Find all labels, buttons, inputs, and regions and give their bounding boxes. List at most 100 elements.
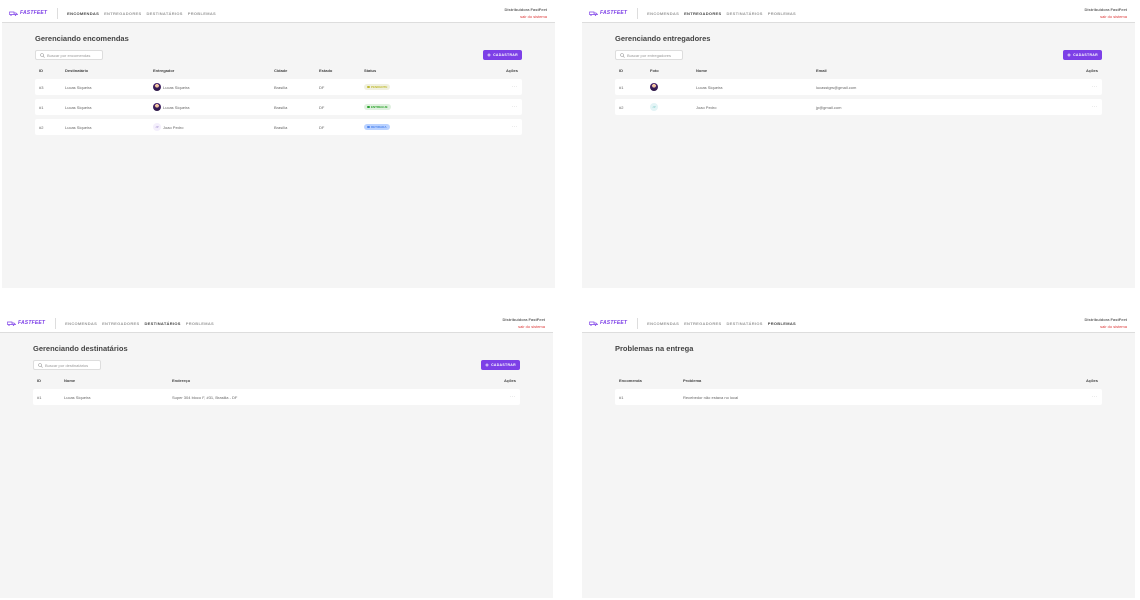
page-title: Gerenciando destinatários xyxy=(33,344,128,353)
nav-entregadores[interactable]: ENTREGADORES xyxy=(102,321,139,326)
page-content: Gerenciando destinatários CADASTRAR ID Nome… xyxy=(0,343,553,405)
more-options-icon[interactable]: ··· xyxy=(1092,394,1099,400)
avatar xyxy=(153,103,161,111)
row-actions: ··· xyxy=(936,104,1098,110)
nav-entregadores[interactable]: ENTREGADORES xyxy=(684,321,721,326)
nav-destinatarios[interactable]: DESTINATÁRIOS xyxy=(726,11,762,16)
row-actions: ··· xyxy=(342,394,516,400)
avatar xyxy=(153,83,161,91)
nav-problemas[interactable]: PROBLEMAS xyxy=(768,11,796,16)
search-input[interactable] xyxy=(45,362,100,368)
table-header: ID Destinatário Entregador Cidade Estado Stat… xyxy=(35,65,522,75)
cell-recipient: Lucas Siqueira xyxy=(65,105,153,110)
table-row: #3 Lucas Siqueira Lucas Siqueira Brasília DF… xyxy=(35,79,522,95)
logo-text: FASTFEET xyxy=(600,320,628,326)
logout-link[interactable]: sair do sistema xyxy=(503,324,545,329)
table-row: #2 JP Joao Pedro jp@gmail.com ··· xyxy=(615,99,1102,115)
nav-encomendas[interactable]: ENCOMENDAS xyxy=(67,11,99,16)
cell-city: Brasília xyxy=(274,125,319,130)
more-options-icon[interactable]: ··· xyxy=(512,84,519,90)
col-acoes-header: Ações xyxy=(1085,377,1098,383)
app-header: FASTFEET ENCOMENDAS ENTREGADORES DESTINA… xyxy=(582,4,1135,23)
nav-destinatarios[interactable]: DESTINATÁRIOS xyxy=(146,11,182,16)
nav-destinatarios[interactable]: DESTINATÁRIOS xyxy=(726,321,762,326)
cell-recipient-text: Lucas Siqueira xyxy=(65,104,92,110)
nav-encomendas[interactable]: ENCOMENDAS xyxy=(65,321,97,326)
search-icon xyxy=(620,52,625,58)
cell-address-text: Super 304 bloco F, #31, Brasilia - DF xyxy=(172,394,238,400)
cell-id-text: #1 xyxy=(619,84,624,90)
more-options-icon[interactable]: ··· xyxy=(1092,84,1099,90)
col-acoes-header: Ações xyxy=(1085,67,1098,73)
main-nav: ENCOMENDAS ENTREGADORES DESTINATÁRIOS PR… xyxy=(65,321,214,326)
table-row: #1 Lucas Siqueira lucasstgrs@gmail.com ··· xyxy=(615,79,1102,95)
more-options-icon[interactable]: ··· xyxy=(512,124,519,130)
cell-id: #3 xyxy=(39,85,65,90)
nav-problemas[interactable]: PROBLEMAS xyxy=(188,11,216,16)
cell-id: #1 xyxy=(39,105,65,110)
status-badge: ENTREGUE xyxy=(364,104,391,110)
col-id-header: ID xyxy=(37,377,41,383)
more-options-icon[interactable]: ··· xyxy=(1092,104,1099,110)
org-name: Distribuidora FastFeet xyxy=(502,317,545,322)
logo: FASTFEET xyxy=(589,320,627,326)
status-label: RETIRADA xyxy=(371,125,387,129)
search-box[interactable] xyxy=(35,50,103,60)
table-row: #1 Lucas Siqueira Lucas Siqueira Brasília DF… xyxy=(35,99,522,115)
logo: FASTFEET xyxy=(589,10,627,16)
col-destinatario-header: Destinatário xyxy=(65,67,89,73)
more-options-icon[interactable]: ··· xyxy=(512,104,519,110)
toolbar xyxy=(615,360,1102,371)
logout-link[interactable]: sair do sistema xyxy=(1085,14,1127,19)
cell-city-text: Brasília xyxy=(274,124,288,130)
cell-deliveryman-text: Lucas Siqueira xyxy=(163,104,190,110)
cell-status: ENTREGUE xyxy=(364,104,489,110)
cell-state: DF xyxy=(319,105,364,110)
panel-entregadores: FASTFEET ENCOMENDAS ENTREGADORES DESTINA… xyxy=(582,4,1135,288)
nav-encomendas[interactable]: ENCOMENDAS xyxy=(647,11,679,16)
cell-deliveryman-text: Lucas Siqueira xyxy=(163,84,190,90)
add-button[interactable]: CADASTRAR xyxy=(483,50,522,60)
search-input[interactable] xyxy=(47,52,102,58)
table-header: Encomenda Problema Ações xyxy=(615,375,1102,385)
row-actions: ··· xyxy=(489,104,518,110)
nav-encomendas[interactable]: ENCOMENDAS xyxy=(647,321,679,326)
user-box: Distribuidora FastFeet sair do sistema xyxy=(1085,317,1127,329)
add-button[interactable]: CADASTRAR xyxy=(1063,50,1102,60)
search-input[interactable] xyxy=(627,52,682,58)
truck-icon xyxy=(589,321,598,326)
avatar xyxy=(650,83,658,91)
nav-problemas[interactable]: PROBLEMAS xyxy=(768,321,796,326)
search-box[interactable] xyxy=(33,360,101,370)
cell-deliveryman: JP Joao Pedro xyxy=(153,123,274,131)
cell-name: Lucas Siqueira xyxy=(64,395,172,400)
nav-problemas[interactable]: PROBLEMAS xyxy=(186,321,214,326)
nav-destinatarios[interactable]: DESTINATÁRIOS xyxy=(144,321,180,326)
cell-recipient: Lucas Siqueira xyxy=(65,85,153,90)
cell-photo xyxy=(650,83,696,91)
table-header: ID Nome Endereço Ações xyxy=(33,375,520,385)
status-dot-icon xyxy=(367,125,370,129)
add-button[interactable]: CADASTRAR xyxy=(481,360,520,370)
nav-entregadores[interactable]: ENTREGADORES xyxy=(104,11,141,16)
cell-order-text: #1 xyxy=(619,394,624,400)
logout-link[interactable]: sair do sistema xyxy=(505,14,547,19)
table-row: #1 Recebedor não estava no local ··· xyxy=(615,389,1102,405)
search-box[interactable] xyxy=(615,50,683,60)
logout-link[interactable]: sair do sistema xyxy=(1085,324,1127,329)
cell-deliveryman: Lucas Siqueira xyxy=(153,103,274,111)
nav-entregadores[interactable]: ENTREGADORES xyxy=(684,11,721,16)
org-name: Distribuidora FastFeet xyxy=(504,7,547,12)
page-content: Gerenciando entregadores CADASTRAR ID Foto N… xyxy=(582,33,1135,115)
cell-city-text: Brasília xyxy=(274,84,288,90)
org-name: Distribuidora FastFeet xyxy=(1084,317,1127,322)
cell-status: RETIRADA xyxy=(364,124,489,130)
logo-text: FASTFEET xyxy=(20,10,48,16)
user-box: Distribuidora FastFeet sair do sistema xyxy=(1085,7,1127,19)
more-options-icon[interactable]: ··· xyxy=(510,394,517,400)
row-actions: ··· xyxy=(489,124,518,130)
user-box: Distribuidora FastFeet sair do sistema xyxy=(503,317,545,329)
cell-status: PENDENTE xyxy=(364,84,489,90)
cell-recipient-text: Lucas Siqueira xyxy=(65,124,92,130)
panel-problemas: FASTFEET ENCOMENDAS ENTREGADORES DESTINA… xyxy=(582,314,1135,598)
